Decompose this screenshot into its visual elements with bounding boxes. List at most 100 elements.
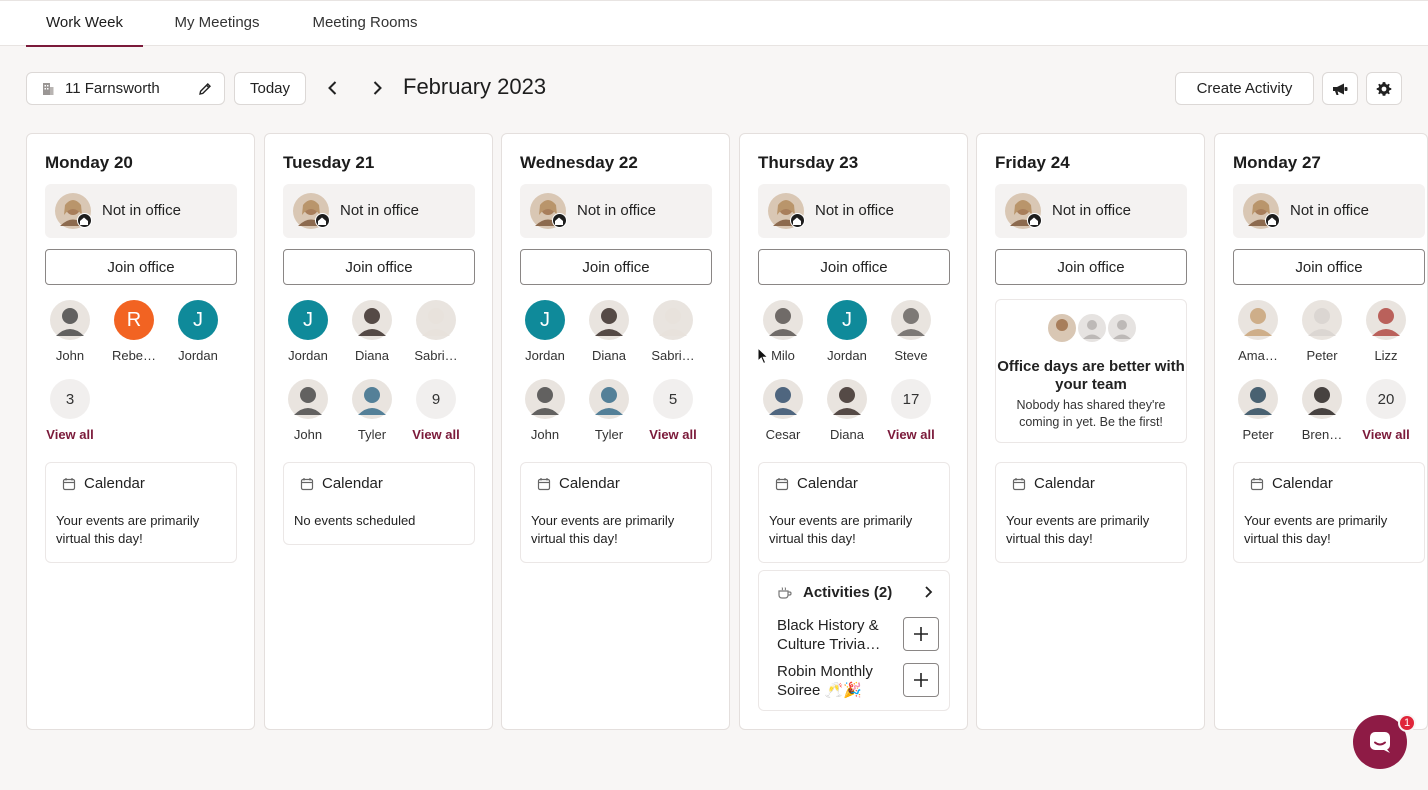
calendar-header: Calendar bbox=[1012, 475, 1176, 492]
join-office-button[interactable]: Join office bbox=[1233, 249, 1425, 285]
chevron-left-icon[interactable] bbox=[323, 78, 343, 98]
attendee[interactable]: John bbox=[40, 300, 100, 363]
settings-button[interactable] bbox=[1366, 72, 1402, 105]
avatar-photo-icon bbox=[352, 300, 392, 340]
megaphone-icon bbox=[1333, 83, 1348, 95]
attendee[interactable]: J Jordan bbox=[278, 300, 338, 363]
calendar-body: Your events are primarily virtual this d… bbox=[531, 513, 675, 546]
activity-item[interactable]: Robin Monthly Soiree 🥂🎉 bbox=[777, 662, 897, 700]
attendee-name: Diana bbox=[830, 427, 864, 442]
tab-meeting-rooms[interactable]: Meeting Rooms bbox=[296, 1, 434, 46]
announcement-button[interactable] bbox=[1322, 72, 1358, 105]
calendar-body: Your events are primarily virtual this d… bbox=[1006, 513, 1150, 546]
attendee[interactable]: Tyler bbox=[342, 379, 402, 442]
calendar-card[interactable]: Calendar Your events are primarily virtua… bbox=[758, 462, 950, 563]
avatar bbox=[763, 300, 803, 340]
attendance-status: Not in office bbox=[283, 184, 475, 238]
attendee-name: Diana bbox=[592, 348, 626, 363]
avatar-photo-icon bbox=[763, 379, 803, 419]
join-office-button[interactable]: Join office bbox=[758, 249, 950, 285]
attendee-name: John bbox=[293, 427, 323, 442]
mouse-cursor-icon bbox=[757, 347, 769, 365]
activities-card: Activities (2) Black History & Culture Tr… bbox=[758, 570, 950, 711]
calendar-card[interactable]: Calendar No events scheduled bbox=[283, 462, 475, 545]
calendar-card[interactable]: Calendar Your events are primarily virtua… bbox=[45, 462, 237, 563]
view-all-link[interactable]: View all bbox=[881, 427, 941, 442]
attendee[interactable]: Sabri… bbox=[643, 300, 703, 363]
join-office-button[interactable]: Join office bbox=[45, 249, 237, 285]
view-all-attendees[interactable]: 3 View all bbox=[40, 379, 100, 442]
tab-my-meetings[interactable]: My Meetings bbox=[160, 1, 274, 46]
attendee-count: 9 bbox=[416, 379, 456, 419]
attendee-name: Lizz bbox=[1374, 348, 1398, 363]
view-all-attendees[interactable]: 9 View all bbox=[406, 379, 466, 442]
home-icon bbox=[77, 213, 92, 228]
attendee[interactable]: J Jordan bbox=[515, 300, 575, 363]
tab-work-week[interactable]: Work Week bbox=[26, 1, 143, 47]
calendar-body: Your events are primarily virtual this d… bbox=[56, 513, 200, 546]
attendee-name: Sabri… bbox=[651, 348, 695, 363]
attendance-status: Not in office bbox=[758, 184, 950, 238]
calendar-card[interactable]: Calendar Your events are primarily virtua… bbox=[995, 462, 1187, 563]
calendar-icon bbox=[300, 477, 314, 490]
attendee[interactable]: J Jordan bbox=[817, 300, 877, 363]
calendar-card[interactable]: Calendar Your events are primarily virtua… bbox=[1233, 462, 1425, 563]
avatar bbox=[1366, 300, 1406, 340]
attendee[interactable]: Steve bbox=[881, 300, 941, 363]
current-month: February 2023 bbox=[403, 74, 547, 99]
calendar-header: Calendar bbox=[1250, 475, 1414, 492]
avatar bbox=[416, 300, 456, 340]
chevron-right-icon[interactable] bbox=[367, 78, 387, 98]
view-all-link[interactable]: View all bbox=[1356, 427, 1416, 442]
add-activity-button[interactable] bbox=[903, 617, 939, 651]
attendee[interactable]: Diana bbox=[817, 379, 877, 442]
join-office-button[interactable]: Join office bbox=[995, 249, 1187, 285]
calendar-header: Calendar bbox=[537, 475, 701, 492]
attendee[interactable]: Peter bbox=[1292, 300, 1352, 363]
attendee[interactable]: John bbox=[515, 379, 575, 442]
view-all-attendees[interactable]: 17 View all bbox=[881, 379, 941, 442]
attendee-name: Jordan bbox=[525, 348, 565, 363]
attendee[interactable]: J Jordan bbox=[168, 300, 228, 363]
day-title: Monday 20 bbox=[45, 153, 133, 172]
home-icon bbox=[315, 213, 330, 228]
attendee[interactable]: Bren… bbox=[1292, 379, 1352, 442]
join-office-button[interactable]: Join office bbox=[283, 249, 475, 285]
status-text: Not in office bbox=[340, 202, 419, 219]
attendee[interactable]: Tyler bbox=[579, 379, 639, 442]
attendee-name: Jordan bbox=[288, 348, 328, 363]
attendee[interactable]: Diana bbox=[579, 300, 639, 363]
attendee[interactable]: Sabri… bbox=[406, 300, 466, 363]
activity-item[interactable]: Black History & Culture Trivia… bbox=[777, 616, 897, 654]
attendee[interactable]: R Rebe… bbox=[104, 300, 164, 363]
view-all-link[interactable]: View all bbox=[40, 427, 100, 442]
attendee[interactable]: Peter bbox=[1228, 379, 1288, 442]
status-text: Not in office bbox=[102, 202, 181, 219]
avatar bbox=[352, 379, 392, 419]
create-activity-button[interactable]: Create Activity bbox=[1175, 72, 1314, 105]
day-title: Friday 24 bbox=[995, 153, 1070, 172]
join-office-button[interactable]: Join office bbox=[520, 249, 712, 285]
avatar-photo-icon bbox=[827, 379, 867, 419]
chevron-right-icon[interactable] bbox=[921, 585, 935, 599]
attendee-name: Cesar bbox=[765, 427, 801, 442]
view-all-link[interactable]: View all bbox=[643, 427, 703, 442]
attendee[interactable]: Cesar bbox=[753, 379, 813, 442]
pencil-icon[interactable] bbox=[198, 82, 212, 96]
attendee[interactable]: Lizz bbox=[1356, 300, 1416, 363]
view-all-attendees[interactable]: 20 View all bbox=[1356, 379, 1416, 442]
calendar-icon bbox=[537, 477, 551, 490]
attendee[interactable]: Diana bbox=[342, 300, 402, 363]
day-title: Thursday 23 bbox=[758, 153, 859, 172]
attendee-name: Rebe… bbox=[111, 348, 157, 363]
calendar-card[interactable]: Calendar Your events are primarily virtua… bbox=[520, 462, 712, 563]
add-activity-button[interactable] bbox=[903, 663, 939, 697]
office-selector-button[interactable]: 11 Farnsworth bbox=[26, 72, 225, 105]
view-all-link[interactable]: View all bbox=[406, 427, 466, 442]
attendee-name: Diana bbox=[355, 348, 389, 363]
activities-header[interactable]: Activities (2) bbox=[777, 584, 892, 601]
attendee[interactable]: John bbox=[278, 379, 338, 442]
view-all-attendees[interactable]: 5 View all bbox=[643, 379, 703, 442]
today-button[interactable]: Today bbox=[234, 72, 306, 105]
attendee[interactable]: Ama… bbox=[1228, 300, 1288, 363]
